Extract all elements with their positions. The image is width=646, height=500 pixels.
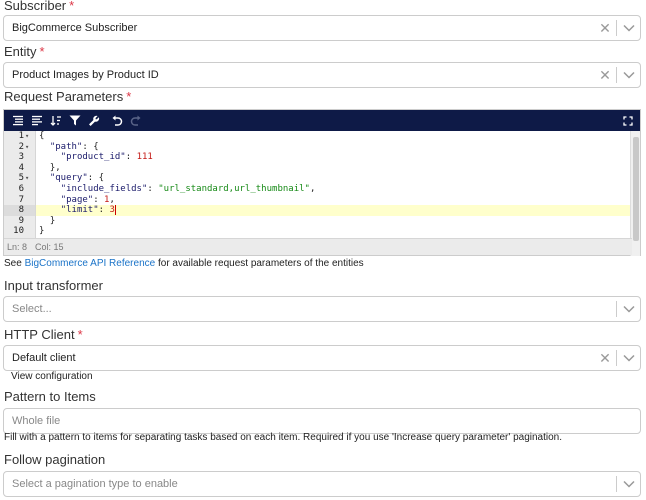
line-number: 7 xyxy=(4,195,35,206)
line-number-active: 8 xyxy=(4,205,35,216)
code-line: } xyxy=(39,226,45,237)
line-number-text: 7 xyxy=(18,194,24,205)
entity-label: Entity * xyxy=(4,44,45,59)
fullscreen-icon[interactable] xyxy=(620,113,636,129)
chevron-down-icon[interactable] xyxy=(617,16,640,40)
line-number: 4 xyxy=(4,163,35,174)
fold-icon[interactable]: ▾ xyxy=(25,131,32,142)
line-number: 5 ▾ xyxy=(4,173,35,184)
input-transformer-select[interactable]: Select... xyxy=(3,296,641,322)
clear-icon[interactable]: ✕ xyxy=(594,16,616,40)
follow-pagination-select[interactable]: Select a pagination type to enable xyxy=(3,471,641,497)
line-number: 2 ▾ xyxy=(4,142,35,153)
line-number-text: 3 xyxy=(18,152,24,163)
code-line: "include_fields": "url_standard,url_thum… xyxy=(60,183,316,194)
code-line: { xyxy=(39,131,45,141)
line-number-gutter: 1 ▾ 2 ▾ 3 4 5 ▾ 6 7 8 9 10 xyxy=(4,131,36,240)
sort-icon[interactable] xyxy=(48,113,64,129)
line-number: 3 xyxy=(4,152,35,163)
undo-icon[interactable] xyxy=(109,113,125,129)
filter-icon[interactable] xyxy=(67,113,83,129)
line-number: 1 ▾ xyxy=(4,131,35,142)
required-marker: * xyxy=(39,44,45,59)
follow-pagination-placeholder: Select a pagination type to enable xyxy=(12,478,178,490)
line-number-text: 6 xyxy=(18,183,24,194)
clear-icon[interactable]: ✕ xyxy=(594,63,616,87)
subscriber-label: Subscriber * xyxy=(4,0,74,13)
api-reference-link[interactable]: BigCommerce API Reference xyxy=(25,258,156,269)
fold-icon[interactable]: ▾ xyxy=(25,142,32,153)
scrollbar-thumb[interactable] xyxy=(633,137,639,241)
code-area[interactable]: 1 ▾ 2 ▾ 3 4 5 ▾ 6 7 8 9 10 { "path": { "pro… xyxy=(4,131,640,240)
chevron-down-icon[interactable] xyxy=(617,472,640,496)
http-client-select[interactable]: Default client ✕ xyxy=(3,345,641,371)
line-number-text: 9 xyxy=(18,215,24,226)
code-line: "query": { xyxy=(49,173,105,184)
wrench-icon[interactable] xyxy=(86,113,102,129)
request-parameters-label: Request Parameters * xyxy=(4,89,131,104)
input-transformer-label: Input transformer xyxy=(4,278,103,293)
compact-icon[interactable] xyxy=(29,113,45,129)
line-number-text: 10 xyxy=(13,226,24,237)
clear-icon[interactable]: ✕ xyxy=(594,346,616,370)
cursor-line: Ln: 8 xyxy=(7,242,28,252)
pattern-to-items-label: Pattern to Items xyxy=(4,389,96,404)
code-line: }, xyxy=(39,162,61,173)
code-lines[interactable]: { "path": { "product_id": 111 }, "query"… xyxy=(36,131,640,240)
entity-select[interactable]: Product Images by Product ID ✕ xyxy=(3,62,641,88)
http-client-label: HTTP Client * xyxy=(4,327,83,342)
code-line: "product_id": 111 xyxy=(60,152,153,163)
chevron-down-icon[interactable] xyxy=(617,63,640,87)
subscriber-select[interactable]: BigCommerce Subscriber ✕ xyxy=(3,15,641,41)
chevron-down-icon[interactable] xyxy=(617,346,640,370)
request-parameters-label-text: Request Parameters xyxy=(4,89,124,104)
line-number: 6 xyxy=(4,184,35,195)
input-transformer-placeholder: Select... xyxy=(12,303,52,315)
editor-statusbar: Ln: 8 Col: 15 xyxy=(4,238,632,255)
http-client-label-text: HTTP Client xyxy=(4,327,75,342)
pattern-to-items-input[interactable]: Whole file xyxy=(3,408,641,434)
line-number: 10 xyxy=(4,226,35,237)
redo-icon[interactable] xyxy=(128,113,144,129)
help-prefix: See xyxy=(4,258,25,269)
required-marker: * xyxy=(77,327,83,342)
format-icon[interactable] xyxy=(10,113,26,129)
line-number: 9 xyxy=(4,216,35,227)
code-line: "path": { xyxy=(49,141,99,152)
required-marker: * xyxy=(126,89,132,104)
editor-toolbar xyxy=(4,110,640,131)
line-number-text: 8 xyxy=(18,205,24,216)
fold-icon[interactable]: ▾ xyxy=(25,173,32,184)
subscriber-label-text: Subscriber xyxy=(4,0,67,13)
help-suffix: for available request parameters of the … xyxy=(155,258,364,269)
cursor-column: Col: 15 xyxy=(35,242,64,252)
line-number-text: 2 xyxy=(18,141,24,152)
subscriber-value: BigCommerce Subscriber xyxy=(12,22,138,34)
line-number-text: 4 xyxy=(18,162,24,173)
entity-label-text: Entity xyxy=(4,44,37,59)
code-line: } xyxy=(39,215,56,226)
line-number-text: 1 xyxy=(18,131,24,141)
http-client-value: Default client xyxy=(12,352,76,364)
follow-pagination-label: Follow pagination xyxy=(4,452,106,467)
request-parameters-help: See BigCommerce API Reference for availa… xyxy=(4,258,364,269)
view-configuration-link[interactable]: View configuration xyxy=(11,371,93,382)
entity-value: Product Images by Product ID xyxy=(12,69,159,81)
code-line: "page": 1, xyxy=(60,194,115,205)
code-line-active: "limit": 3 xyxy=(36,205,640,216)
chevron-down-icon[interactable] xyxy=(617,297,640,321)
required-marker: * xyxy=(69,0,75,13)
pattern-to-items-help: Fill with a pattern to items for separat… xyxy=(4,432,563,443)
line-number-text: 5 xyxy=(18,173,24,184)
json-editor[interactable]: 1 ▾ 2 ▾ 3 4 5 ▾ 6 7 8 9 10 { "path": { "pro… xyxy=(3,109,641,256)
